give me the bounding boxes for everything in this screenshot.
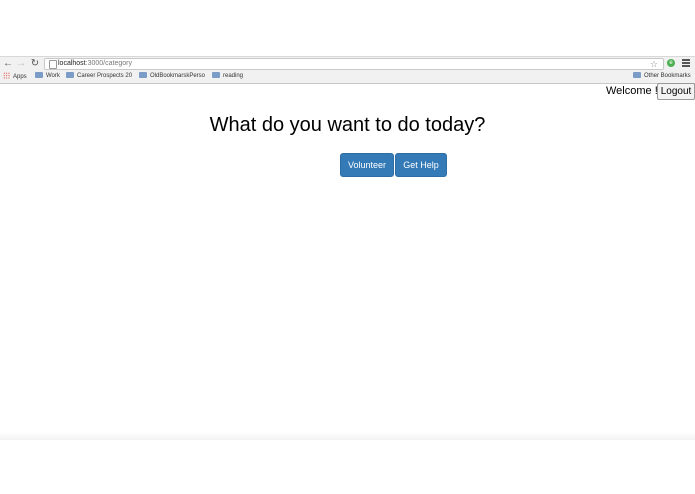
bookmark-apps[interactable]: Apps: [3, 72, 27, 80]
folder-icon: [139, 72, 147, 78]
bookmark-reading[interactable]: reading: [212, 72, 243, 80]
bookmark-career-prospects[interactable]: Career Prospects 20: [66, 72, 132, 80]
extension-icon[interactable]: e: [667, 59, 675, 67]
page-heading: What do you want to do today?: [209, 114, 486, 136]
get-help-button[interactable]: Get Help: [395, 153, 447, 177]
logout-button[interactable]: Logout: [657, 83, 695, 100]
welcome-text: Welcome !!: [606, 85, 661, 97]
apps-grid-icon: [3, 72, 10, 79]
page-icon: [49, 60, 57, 69]
browser-toolbar: ← → ↻ localhost:3000/category ☆ e: [0, 57, 695, 70]
menu-icon[interactable]: [682, 59, 690, 67]
bookmark-other[interactable]: Other Bookmarks: [633, 72, 691, 80]
bookmark-work[interactable]: Work: [35, 72, 60, 80]
bookmarks-bar: Apps Work Career Prospects 20 OldBookmar…: [0, 70, 695, 82]
browser-chrome: ← → ↻ localhost:3000/category ☆ e Apps W…: [0, 56, 695, 84]
address-bar[interactable]: localhost:3000/category ☆: [44, 58, 664, 70]
bookmark-star-icon[interactable]: ☆: [650, 58, 658, 70]
folder-icon: [66, 72, 74, 78]
forward-arrow-icon[interactable]: →: [16, 58, 26, 69]
url-host: localhost: [58, 60, 86, 67]
folder-icon: [35, 72, 43, 78]
bookmark-old-bookmarks[interactable]: OldBookmarskPerso: [139, 72, 205, 80]
reload-icon[interactable]: ↻: [30, 58, 40, 69]
folder-icon: [633, 72, 641, 78]
url-text: localhost:3000/category: [58, 58, 132, 70]
folder-icon: [212, 72, 220, 78]
url-path: :3000/category: [85, 60, 132, 67]
top-margin: [0, 0, 695, 56]
volunteer-button[interactable]: Volunteer: [340, 153, 394, 177]
back-arrow-icon[interactable]: ←: [3, 58, 13, 69]
page-bottom-edge: [0, 432, 695, 440]
